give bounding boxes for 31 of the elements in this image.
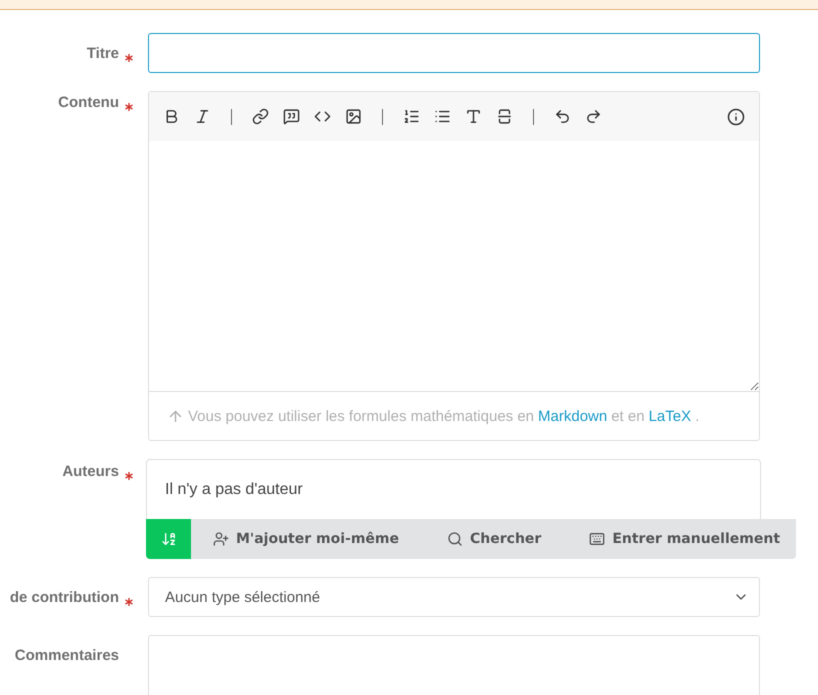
italic-icon[interactable] xyxy=(194,108,211,125)
sort-icon xyxy=(160,531,176,547)
latex-link[interactable]: LaTeX xyxy=(648,408,692,424)
quote-icon[interactable] xyxy=(283,108,300,125)
author-action-button[interactable]: Chercher xyxy=(437,531,552,547)
hint-text: Vous pouvez utiliser les formules mathématiques en xyxy=(188,408,534,424)
type-select[interactable]: Aucun type sélectionné xyxy=(148,577,760,617)
hint-text: et en xyxy=(611,408,645,424)
field-label: Commentaires xyxy=(14,647,119,664)
author-action-button[interactable]: M'ajouter moi-même xyxy=(203,531,409,547)
insert-break-icon[interactable] xyxy=(496,108,513,125)
heading-icon[interactable] xyxy=(465,108,482,125)
field-label: Titre xyxy=(86,45,119,62)
numbered-list-icon[interactable] xyxy=(403,108,420,125)
info-icon[interactable] xyxy=(727,108,745,126)
markdown-editor[interactable]: Vous pouvez utiliser les formules mathématiques en Markdown et en LaTeX . xyxy=(148,91,760,441)
add-user-icon xyxy=(213,531,229,547)
bullet-list-icon[interactable] xyxy=(434,108,451,125)
image-icon[interactable] xyxy=(345,108,362,125)
field-label: Contenu xyxy=(58,94,119,111)
author-action-button[interactable]: Entrer manuellement xyxy=(579,531,790,547)
field-label: Auteurs xyxy=(62,463,119,480)
keyboard-icon xyxy=(589,531,606,547)
link-icon[interactable] xyxy=(252,108,269,125)
redo-icon[interactable] xyxy=(585,108,602,125)
field-label: de contribution xyxy=(10,589,119,606)
undo-icon[interactable] xyxy=(554,108,571,125)
hint-text: . xyxy=(695,408,700,424)
title-input[interactable] xyxy=(148,33,760,73)
markdown-link[interactable]: Markdown xyxy=(538,408,608,424)
search-icon xyxy=(447,531,463,547)
